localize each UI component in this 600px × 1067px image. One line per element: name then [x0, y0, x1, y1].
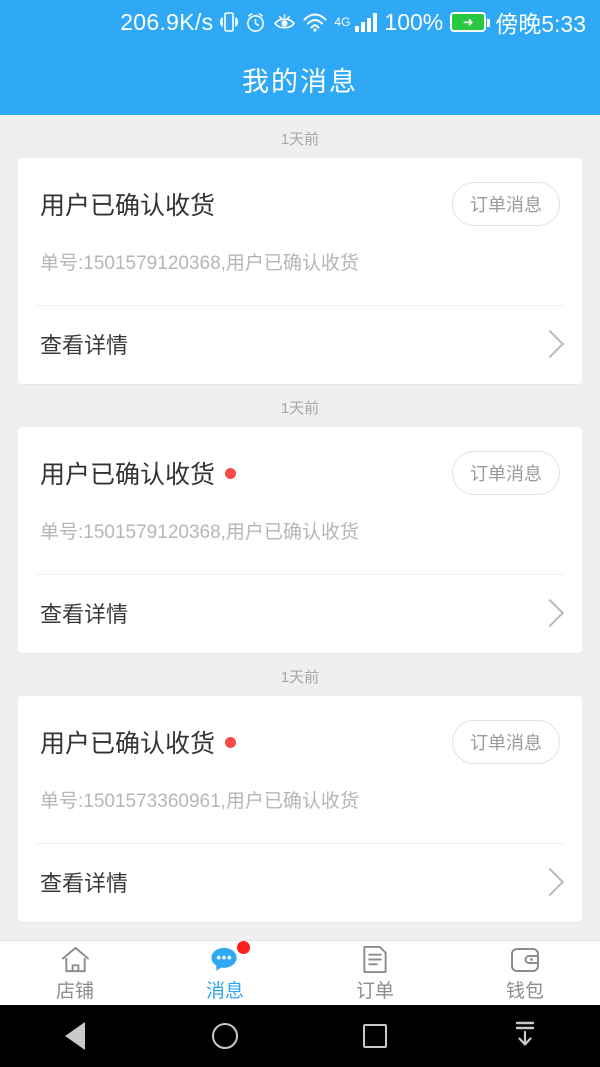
page-title: 我的消息 [242, 67, 358, 97]
message-card[interactable]: 用户已确认收货 订单消息 单号:1501579120368,用户已确认收货 查看… [18, 158, 582, 384]
message-title: 用户已确认收货 [40, 730, 216, 758]
chat-bubble-icon [209, 941, 250, 974]
view-detail-row[interactable]: 查看详情 [18, 306, 582, 384]
bottom-tab-bar: 店铺 消息 订单 钱包 [0, 940, 600, 1005]
message-card-header: 用户已确认收货 订单消息 [18, 427, 582, 517]
time-label: 1天前 [280, 669, 320, 686]
alarm-icon [245, 12, 266, 33]
document-icon [361, 943, 389, 974]
app-header: 我的消息 [0, 44, 600, 115]
status-bar: 206.9K/s 4G 100% ➜ 傍晚5:33 [0, 0, 600, 44]
network-type-label: 4G [334, 15, 351, 29]
hide-navbar-icon [512, 1020, 538, 1053]
android-back-button[interactable] [0, 1022, 150, 1050]
tab-label: 订单 [355, 981, 394, 1002]
tab-wallet[interactable]: 钱包 [450, 943, 600, 1003]
message-card[interactable]: 用户已确认收货 订单消息 单号:1501573360961,用户已确认收货 查看… [18, 696, 582, 922]
view-detail-row[interactable]: 查看详情 [18, 575, 582, 653]
tab-label: 消息 [205, 981, 244, 1002]
android-hide-navbar-button[interactable] [450, 1020, 600, 1053]
message-body: 单号:1501573360961,用户已确认收货 [40, 791, 359, 812]
unread-dot-icon [225, 736, 237, 748]
android-nav-bar [0, 1005, 600, 1067]
message-body: 单号:1501579120368,用户已确认收货 [40, 522, 359, 543]
message-card[interactable]: 用户已确认收货 订单消息 单号:1501579120368,用户已确认收货 查看… [18, 427, 582, 653]
message-body: 单号:1501579120368,用户已确认收货 [40, 253, 359, 274]
clock-label: 傍晚5:33 [495, 11, 586, 37]
view-detail-label: 查看详情 [40, 333, 129, 358]
message-list[interactable]: 1天前 用户已确认收货 订单消息 单号:1501579120368,用户已确认收… [0, 115, 600, 940]
android-home-button[interactable] [150, 1023, 300, 1049]
tab-messages[interactable]: 消息 [150, 941, 300, 1003]
view-detail-row[interactable]: 查看详情 [18, 844, 582, 922]
time-label: 1天前 [280, 400, 320, 417]
charging-bolt-icon: ➜ [462, 14, 474, 30]
message-title: 用户已确认收货 [40, 461, 216, 489]
recents-icon [363, 1024, 387, 1048]
tab-label: 店铺 [55, 981, 94, 1002]
message-card-header: 用户已确认收货 订单消息 [18, 158, 582, 248]
message-type-badge: 订单消息 [452, 720, 560, 764]
back-icon [65, 1022, 85, 1050]
unread-dot-icon [225, 467, 237, 479]
view-detail-label: 查看详情 [40, 602, 129, 627]
signal-icon [355, 12, 378, 32]
eye-comfort-icon [273, 13, 296, 32]
view-detail-label: 查看详情 [40, 871, 129, 896]
wallet-icon [510, 943, 540, 974]
chevron-right-icon [535, 329, 565, 359]
message-title-wrap: 用户已确认收货 [40, 455, 237, 491]
network-speed-label: 206.9K/s [120, 8, 214, 35]
message-type-badge: 订单消息 [452, 182, 560, 226]
message-card-header: 用户已确认收货 订单消息 [18, 696, 582, 786]
battery-percent-label: 100% [384, 8, 444, 35]
tab-label: 钱包 [505, 981, 544, 1002]
vibrate-icon [220, 11, 239, 33]
message-title: 用户已确认收货 [40, 192, 216, 220]
wifi-icon [303, 12, 327, 32]
battery-icon: ➜ [450, 12, 491, 32]
message-type-badge: 订单消息 [452, 451, 560, 495]
time-label: 1天前 [280, 131, 320, 148]
chevron-right-icon [535, 598, 565, 628]
chevron-right-icon [535, 867, 565, 897]
tab-orders[interactable]: 订单 [300, 943, 450, 1003]
message-title-wrap: 用户已确认收货 [40, 186, 215, 222]
message-title-wrap: 用户已确认收货 [40, 724, 237, 760]
phone-screen: 206.9K/s 4G 100% ➜ 傍晚5:33 我的消息 1天前 用户已确认… [0, 0, 600, 1067]
unread-badge-dot-icon [237, 941, 250, 954]
tab-shop[interactable]: 店铺 [0, 943, 150, 1003]
android-recents-button[interactable] [300, 1024, 450, 1048]
home-icon [60, 943, 91, 974]
home-circle-icon [212, 1023, 238, 1049]
